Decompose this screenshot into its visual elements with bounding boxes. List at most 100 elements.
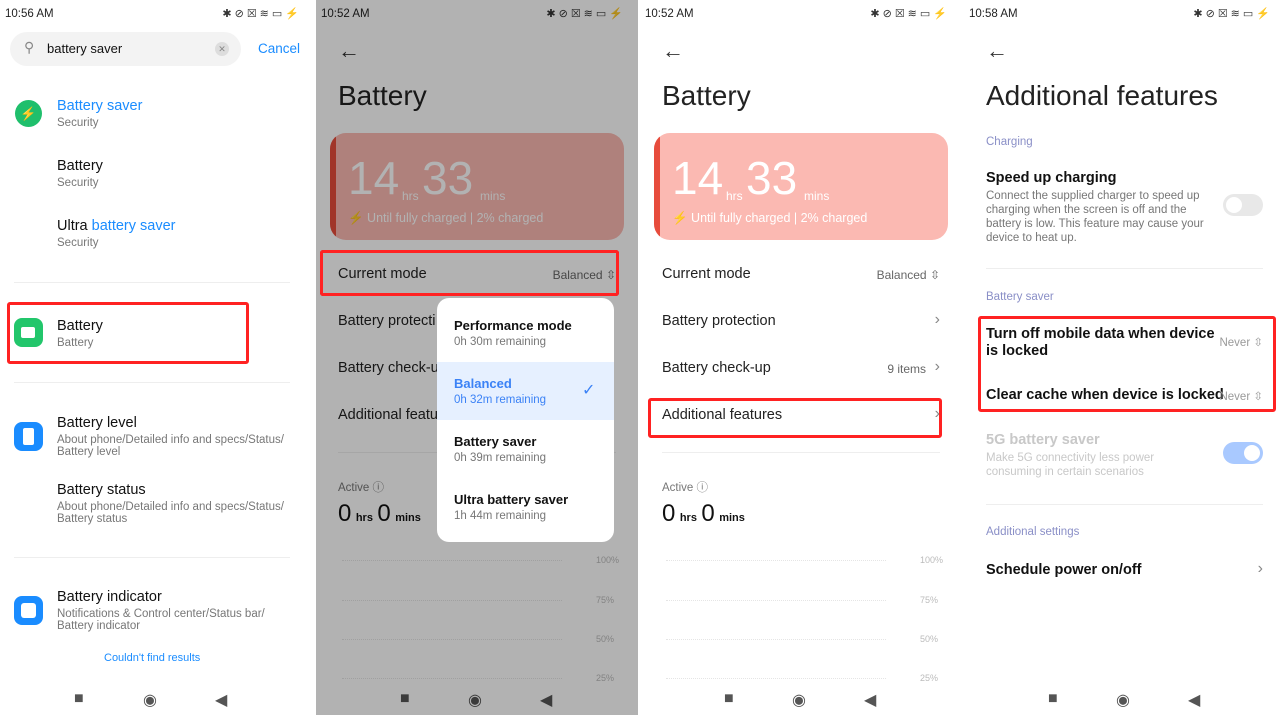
section-charging: Charging <box>986 136 1033 148</box>
grid-label: 75% <box>920 595 939 605</box>
mode-option-battery-saver[interactable]: Battery saver 0h 39m remaining <box>437 420 614 478</box>
back-nav-button[interactable]: ◀ <box>1188 690 1200 710</box>
active-label: Active ⓘ <box>662 482 709 494</box>
result-ultra-battery-saver[interactable]: Ultra battery saver Security <box>57 218 175 249</box>
active-time: 0 hrs 0 mins <box>662 500 745 528</box>
search-icon: ⚲ <box>24 39 35 55</box>
desc-line: Connect the supplied charger to speed up <box>986 190 1200 202</box>
charge-text: Until fully charged | 2% charged <box>691 211 868 225</box>
section-additional-settings: Additional settings <box>986 526 1080 538</box>
result-sub: Notifications & Control center/Status ba… <box>57 608 265 620</box>
result-battery-status[interactable]: Battery status About phone/Detailed info… <box>57 482 284 525</box>
mode-name: Performance mode <box>454 318 572 333</box>
mode-remaining: 0h 39m remaining <box>454 452 547 464</box>
highlight-box <box>320 250 619 296</box>
mode-option-ultra[interactable]: Ultra battery saver 1h 44m remaining <box>437 478 614 542</box>
chevron-right-icon: › <box>934 358 940 375</box>
desc-line: Make 5G connectivity less power <box>986 452 1155 464</box>
speed-up-charging-title: Speed up charging <box>986 170 1117 186</box>
schedule-power-row[interactable]: Schedule power on/off <box>986 562 1141 578</box>
search-value: battery saver <box>47 41 123 56</box>
title-highlight: battery saver <box>91 218 176 234</box>
grid-line <box>666 678 886 679</box>
status-time: 10:58 AM <box>969 8 1018 20</box>
desc-line: charging when the screen is off and the <box>986 204 1187 216</box>
home-button[interactable]: ◉ <box>792 690 806 710</box>
speed-up-charging-toggle[interactable] <box>1223 194 1263 216</box>
mode-menu: Performance mode 0h 30m remaining Balance… <box>437 298 614 542</box>
chevron-right-icon: › <box>1257 560 1263 577</box>
mins-unit: mins <box>719 512 745 524</box>
clear-icon[interactable]: ✕ <box>215 42 229 56</box>
mode-value: Balanced <box>876 268 927 282</box>
result-sub: Security <box>57 177 99 189</box>
title-plain: Ultra <box>57 218 92 234</box>
recents-button[interactable]: ■ <box>724 690 734 708</box>
active-mins: 0 <box>701 500 715 527</box>
status-time: 10:52 AM <box>645 8 694 20</box>
mode-remaining: 1h 44m remaining <box>454 510 547 522</box>
battery-checkup-row[interactable]: Battery check-up <box>662 360 771 376</box>
status-icons: ✱⊘☒≋▭⚡ <box>222 8 302 20</box>
result-sub2: Battery indicator <box>57 620 141 632</box>
status-icons: ✱⊘☒≋▭⚡ <box>870 8 950 20</box>
5g-battery-saver-desc: Make 5G connectivity less power consuming… <box>986 451 1154 479</box>
result-battery-indicator[interactable]: Battery indicator Notifications & Contro… <box>57 589 265 632</box>
result-sub: Security <box>57 117 99 129</box>
result-sub2: Battery status <box>57 513 128 525</box>
mode-option-balanced[interactable]: Balanced 0h 32m remaining ✓ <box>437 362 614 420</box>
highlight-box <box>7 302 249 364</box>
grid-line <box>666 560 886 561</box>
divider <box>986 504 1263 505</box>
back-nav-button[interactable]: ◀ <box>215 690 227 710</box>
result-battery-saver[interactable]: Battery saver Security <box>57 98 142 129</box>
section-battery-saver: Battery saver <box>986 291 1054 303</box>
home-button[interactable]: ◉ <box>1116 690 1130 710</box>
checkup-value: 9 items <box>887 362 926 376</box>
result-battery-security[interactable]: Battery Security <box>57 158 103 189</box>
highlight-box <box>648 398 942 438</box>
search-screen: 10:56 AM ✱⊘☒≋▭⚡ ⚲ battery saver ✕ Cancel… <box>0 0 314 715</box>
mins-unit: mins <box>804 189 830 203</box>
speed-up-charging-desc: Connect the supplied charger to speed up… <box>986 189 1204 245</box>
desc-line: device to heat up. <box>986 232 1077 244</box>
recents-button[interactable]: ■ <box>1048 690 1058 708</box>
result-title: Battery status <box>57 482 146 498</box>
back-arrow-icon[interactable]: ← <box>662 38 684 64</box>
result-sub: Security <box>57 237 99 249</box>
grid-label: 25% <box>920 673 939 683</box>
status-time: 10:56 AM <box>5 8 54 20</box>
divider <box>14 557 290 558</box>
result-sub: About phone/Detailed info and specs/Stat… <box>57 434 284 446</box>
mode-name: Balanced <box>454 376 512 391</box>
divider <box>986 268 1263 269</box>
battery-screen: 10:52 AM ✱⊘☒≋▭⚡ ← Battery 14 hrs 33 mins… <box>640 0 962 715</box>
divider <box>14 382 290 383</box>
current-mode-value[interactable]: Balanced ⇳ <box>877 268 940 282</box>
current-mode-label[interactable]: Current mode <box>662 266 751 282</box>
hrs-unit: hrs <box>679 512 697 524</box>
no-results-link[interactable]: Couldn't find results <box>104 652 200 664</box>
battery-protection-row[interactable]: Battery protection <box>662 313 776 329</box>
check-icon: ✓ <box>582 382 596 399</box>
back-arrow-icon[interactable]: ← <box>986 38 1008 64</box>
cancel-button[interactable]: Cancel <box>258 41 300 56</box>
active-hours: 0 <box>662 500 676 527</box>
search-input[interactable]: ⚲ battery saver ✕ <box>10 32 241 66</box>
result-title: Battery <box>57 158 103 174</box>
home-button[interactable]: ◉ <box>143 690 157 710</box>
grid-line <box>666 600 886 601</box>
page-title: Battery <box>662 80 751 111</box>
5g-battery-saver-title: 5G battery saver <box>986 432 1100 448</box>
back-nav-button[interactable]: ◀ <box>864 690 876 710</box>
5g-battery-saver-toggle[interactable] <box>1223 442 1263 464</box>
mode-name: Battery saver <box>454 434 537 449</box>
battery-indicator-icon <box>14 596 43 625</box>
highlight-box <box>978 316 1276 412</box>
divider <box>14 282 290 283</box>
recents-button[interactable]: ■ <box>74 690 84 708</box>
grid-label: 100% <box>920 555 944 565</box>
mode-option-performance[interactable]: Performance mode 0h 30m remaining <box>437 298 614 362</box>
charge-card: 14 hrs 33 mins ⚡ Until fully charged | 2… <box>654 133 948 240</box>
result-battery-level[interactable]: Battery level About phone/Detailed info … <box>57 415 284 458</box>
